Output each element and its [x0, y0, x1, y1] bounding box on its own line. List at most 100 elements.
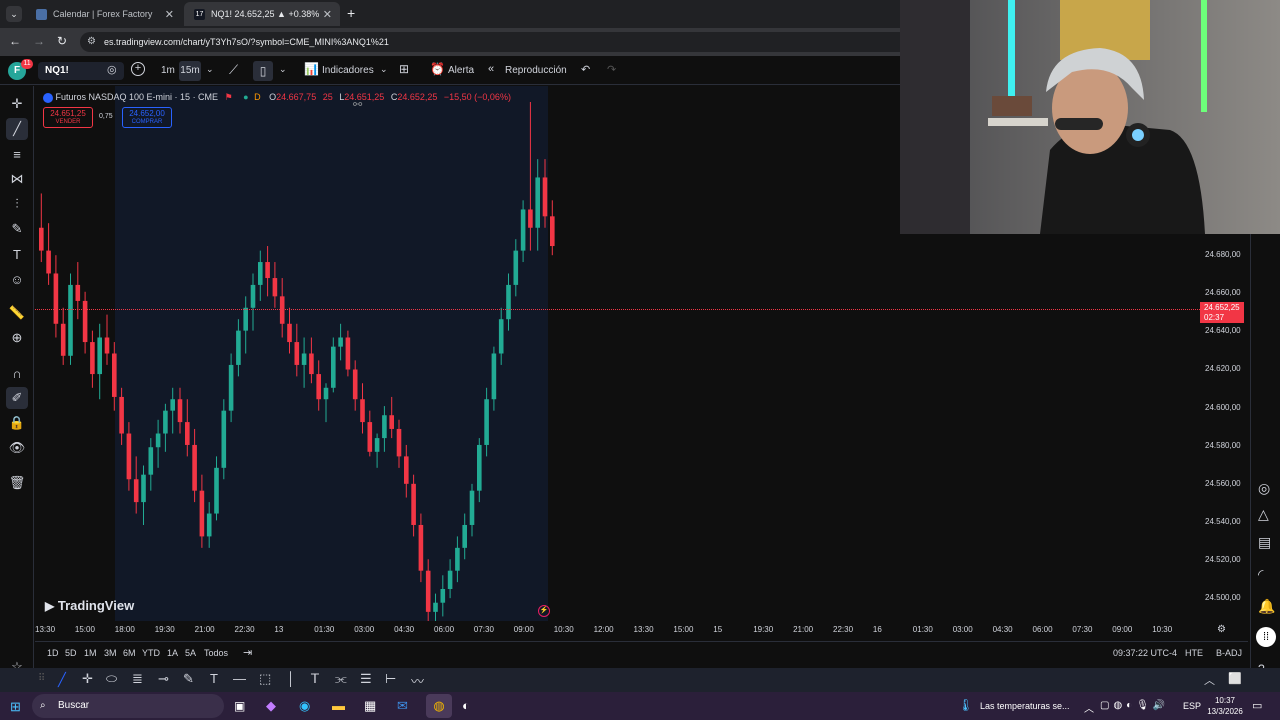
taskbar-clock[interactable]: 10:37 13/3/2026: [1205, 695, 1245, 717]
ruler-icon[interactable]: 📏: [6, 302, 28, 324]
legend-settings-icon[interactable]: ⚯: [353, 98, 362, 111]
drag-handle-icon[interactable]: ⠿: [38, 673, 45, 684]
windows-start-icon[interactable]: ⊞: [10, 699, 21, 715]
range-5d[interactable]: 5D: [65, 648, 77, 658]
lock-icon[interactable]: 🔒: [6, 412, 28, 434]
range-all[interactable]: Todos: [204, 648, 228, 658]
calendar-icon[interactable]: ▤: [1258, 534, 1271, 551]
interval-1m-button[interactable]: 1m: [161, 65, 175, 76]
symbol-watch-icon[interactable]: ◎: [107, 63, 117, 76]
emoji-icon[interactable]: ☺: [6, 268, 28, 290]
layout-grid-icon[interactable]: ⊞: [399, 62, 409, 76]
copilot-icon[interactable]: ◆: [266, 698, 276, 714]
magnet-icon[interactable]: ∩: [6, 362, 28, 384]
fib-icon[interactable]: ≡: [6, 143, 28, 165]
ideas-icon[interactable]: △: [1258, 506, 1269, 523]
browser-tab-tradingview[interactable]: 17 NQ1! 24.652,25 ▲ +0.38% fabr ✕: [184, 2, 340, 26]
range-3m[interactable]: 3M: [104, 648, 117, 658]
task-view-icon[interactable]: ▣: [234, 699, 245, 713]
back-icon[interactable]: ←: [9, 34, 21, 48]
draw-rect-icon[interactable]: ⬚: [259, 671, 271, 687]
pattern-icon[interactable]: ⋈: [6, 168, 28, 190]
draw-channel-icon[interactable]: ☰: [360, 671, 372, 687]
replay-icon[interactable]: «: [488, 63, 494, 75]
draw-parallel-icon[interactable]: ⫘: [335, 671, 347, 687]
sell-button[interactable]: 24.651,25 VENDER: [43, 107, 93, 128]
crosshair-icon[interactable]: ✛: [6, 93, 28, 115]
notifications-bell-icon[interactable]: 🔔: [1258, 598, 1275, 615]
target-icon[interactable]: ◎: [1258, 480, 1270, 497]
alert-clock-icon[interactable]: ⏰: [430, 62, 445, 76]
clock-display[interactable]: 09:37:22 UTC-4: [1113, 648, 1177, 658]
draw-brush-icon[interactable]: ✎: [183, 671, 194, 687]
draw-path-icon[interactable]: 〰: [411, 671, 424, 690]
buy-button[interactable]: 24.652,00 COMPRAR: [122, 107, 172, 128]
tab-search-button[interactable]: ⌄: [6, 6, 22, 22]
goto-date-icon[interactable]: ⇥: [243, 646, 252, 659]
indicators-icon[interactable]: 📊: [304, 62, 319, 76]
close-tab-icon[interactable]: ✕: [323, 8, 332, 21]
language-indicator[interactable]: ESP: [1183, 701, 1201, 711]
site-info-icon[interactable]: ⚙: [87, 32, 96, 52]
collapse-panel-icon[interactable]: ︿: [1204, 672, 1215, 688]
compare-add-icon[interactable]: +: [131, 62, 145, 76]
range-5y[interactable]: 5A: [185, 648, 196, 658]
draw-cross-icon[interactable]: ✛: [82, 671, 93, 687]
indicators-dropdown-icon[interactable]: ⌄: [380, 64, 388, 75]
alert-button[interactable]: Alerta: [448, 65, 474, 76]
interval-15m-button[interactable]: 15m: [179, 61, 201, 81]
replay-button[interactable]: Reproducción: [505, 65, 567, 76]
range-1d[interactable]: 1D: [47, 648, 59, 658]
obs-icon[interactable]: ◐: [462, 698, 470, 713]
stay-drawing-icon[interactable]: ✐: [6, 387, 28, 409]
news-rss-icon[interactable]: ◜: [1258, 566, 1263, 583]
projection-icon[interactable]: ⫶: [6, 193, 28, 215]
trash-icon[interactable]: 🗑: [6, 472, 28, 494]
draw-ellipse-icon[interactable]: ⬭: [106, 671, 117, 687]
undo-icon[interactable]: ↶: [581, 63, 590, 76]
notifications-icon[interactable]: ▭: [1252, 699, 1262, 712]
time-settings-icon[interactable]: ⚙: [1217, 624, 1226, 635]
draw-range-icon[interactable]: ⊢: [385, 671, 396, 687]
browser-tab-forexfactory[interactable]: Calendar | Forex Factory ✕: [26, 2, 182, 26]
close-tab-icon[interactable]: ✕: [165, 8, 174, 21]
maximize-panel-icon[interactable]: ⬜: [1228, 672, 1242, 685]
session-toggle[interactable]: HTE: [1185, 648, 1203, 658]
adjustment-toggle[interactable]: B-ADJ: [1216, 648, 1242, 658]
draw-hline-icon[interactable]: ⊸: [158, 671, 169, 687]
eye-icon[interactable]: 👁: [6, 437, 28, 459]
range-1m[interactable]: 1M: [84, 648, 97, 658]
range-6m[interactable]: 6M: [123, 648, 136, 658]
brush-icon[interactable]: ✎: [6, 218, 28, 240]
draw-text-icon[interactable]: T: [210, 671, 218, 686]
apps-grid-icon[interactable]: ⁞⁞: [1256, 627, 1276, 647]
file-explorer-icon[interactable]: ▬: [332, 698, 345, 713]
time-scale[interactable]: 13:30 15:00 18:00 19:30 21:00 22:30 13 01:30 03:…: [35, 621, 1248, 639]
range-1y[interactable]: 1A: [167, 648, 178, 658]
outlook-icon[interactable]: ✉: [397, 698, 408, 714]
text-icon[interactable]: T: [6, 243, 28, 265]
weather-text[interactable]: Las temperaturas se...: [980, 701, 1070, 711]
reload-icon[interactable]: ↻: [57, 34, 67, 48]
range-ytd[interactable]: YTD: [142, 648, 160, 658]
chrome-icon[interactable]: ◍: [426, 694, 452, 718]
line-chart-type-icon[interactable]: ⟋: [229, 62, 238, 78]
tray-icons[interactable]: ▢◍◐🎙🔊: [1100, 700, 1169, 711]
indicators-button[interactable]: Indicadores: [322, 65, 374, 76]
draw-fib-icon[interactable]: ≣: [132, 671, 143, 687]
edge-icon[interactable]: ◉: [299, 698, 310, 714]
draw-note-icon[interactable]: 𝖳: [311, 671, 319, 687]
draw-line-icon[interactable]: ╱: [58, 672, 66, 688]
trend-line-icon[interactable]: ╱: [6, 118, 28, 140]
draw-vline-icon[interactable]: │: [287, 671, 295, 686]
tray-expand-icon[interactable]: ︿: [1084, 700, 1094, 715]
draw-ray-icon[interactable]: —: [233, 671, 246, 686]
store-icon[interactable]: ▦: [364, 698, 376, 714]
forward-icon[interactable]: →: [33, 34, 45, 48]
zoom-icon[interactable]: ⊕: [6, 327, 28, 349]
chart-type-dropdown-icon[interactable]: ⌄: [279, 64, 287, 75]
taskbar-search-box[interactable]: ⌕ Buscar: [32, 694, 224, 718]
candle-chart-type-icon[interactable]: ▯: [253, 61, 273, 81]
new-tab-button[interactable]: +: [347, 5, 355, 21]
interval-dropdown-icon[interactable]: ⌄: [206, 64, 214, 75]
